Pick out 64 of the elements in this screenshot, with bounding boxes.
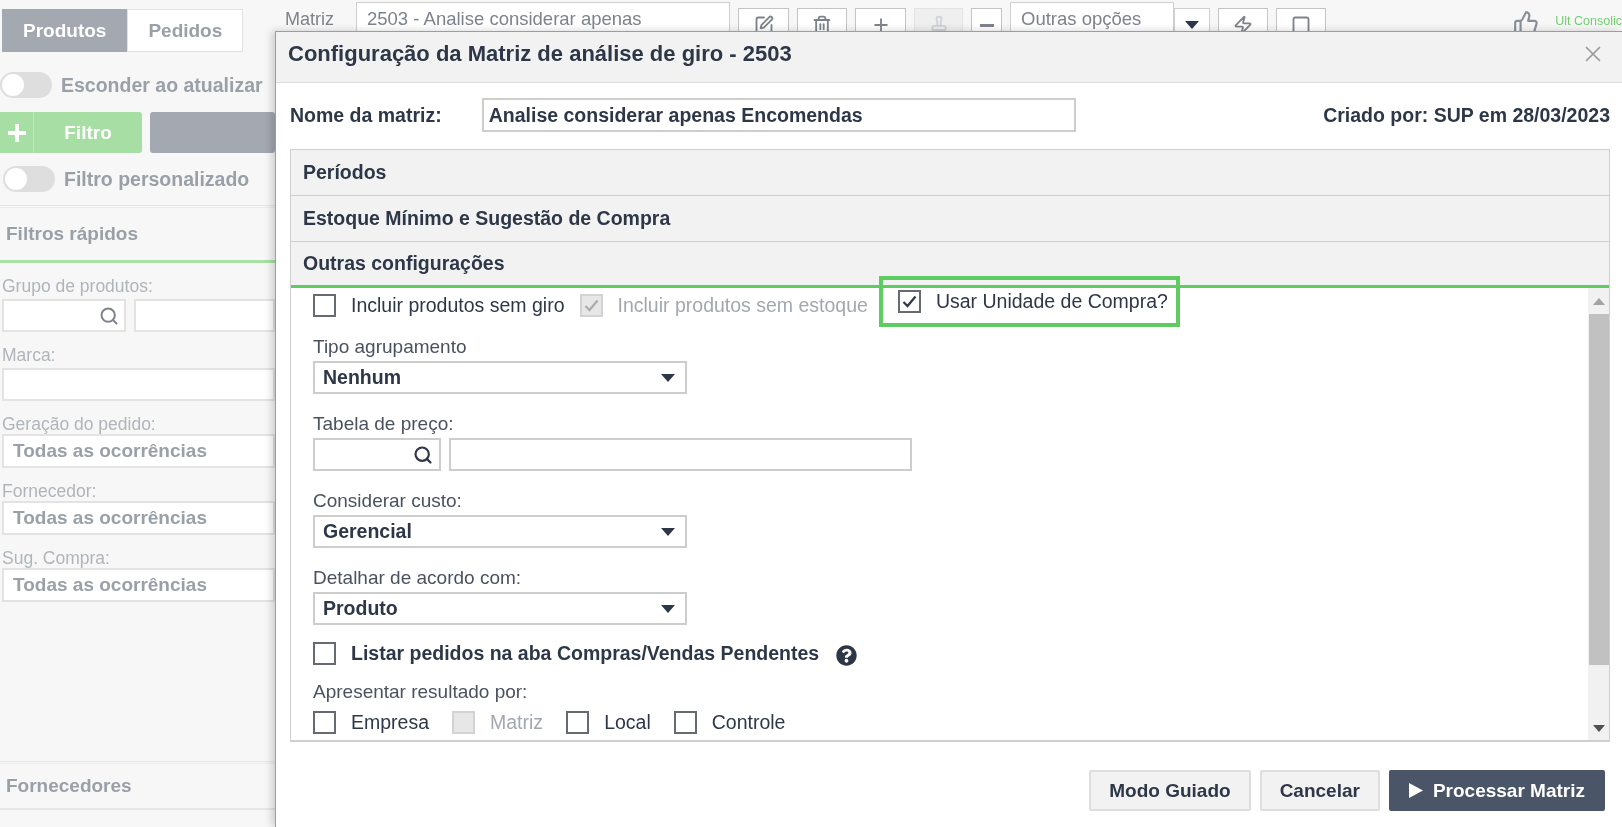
checkbox-label: Controle (711, 711, 786, 734)
checkbox-label: Incluir produtos sem giro (351, 294, 565, 317)
dialog-button[interactable]: Cancelar (1259, 770, 1380, 811)
checkbox-label: Listar pedidos na aba Compras/Vendas Pendentes (351, 642, 820, 665)
checkbox[interactable] (897, 290, 921, 313)
scroll-down-icon[interactable] (1592, 725, 1605, 732)
section-header[interactable]: Outras configurações (291, 242, 1609, 288)
field-label: Fornecedor: (1, 481, 98, 501)
checkbox-label: Empresa (351, 711, 430, 734)
checkbox[interactable] (313, 642, 336, 665)
checkbox[interactable] (566, 711, 590, 734)
toggle-label: Filtro personalizado (64, 167, 250, 191)
field-label: Tipo agrupamento (313, 337, 468, 357)
checkmark-icon (901, 295, 917, 308)
scrollbar-thumb[interactable] (1588, 314, 1609, 665)
search-icon (99, 305, 119, 326)
field-label: Detalhar de acordo com: (313, 568, 523, 588)
select-field[interactable]: Gerencial (313, 515, 687, 548)
plus-icon (6, 122, 27, 143)
scroll-up-icon[interactable] (1592, 298, 1605, 305)
field-label: Nome da matriz: (290, 103, 442, 127)
section-header[interactable]: Estoque Mínimo e Sugestão de Compra (291, 196, 1609, 242)
checkbox-label: Local (604, 711, 651, 734)
field-label: Tabela de preço: (313, 414, 455, 434)
select-field[interactable]: Produto (313, 592, 687, 625)
search-icon (413, 444, 433, 465)
checkbox[interactable] (313, 294, 336, 317)
input-field[interactable] (2, 368, 275, 401)
toggle-label: Esconder ao atualizar (61, 73, 263, 97)
caret-icon (1185, 21, 1199, 29)
dialog-button[interactable]: Modo Guiado (1089, 770, 1251, 811)
field-label: Sug. Compra: (1, 548, 111, 568)
input-field[interactable] (449, 438, 912, 471)
checkbox-label: Incluir produtos sem estoque (617, 294, 868, 317)
checkbox-label: Usar Unidade de Compra? (935, 290, 1168, 313)
name-input[interactable]: Analise considerar apenas Encomendas (481, 98, 1076, 132)
field-label: Considerar custo: (313, 491, 463, 511)
caret-icon (661, 527, 675, 536)
play-icon (1408, 783, 1423, 798)
checkbox-label: Matriz (490, 711, 544, 734)
toggle-switch[interactable] (3, 166, 55, 192)
checkmark-icon (583, 299, 599, 312)
created-by-text: Criado por: SUP em 28/03/2023 (1323, 103, 1610, 127)
input-field[interactable] (134, 299, 275, 332)
checkbox[interactable] (313, 711, 336, 734)
field-label: Apresentar resultado por: (313, 682, 529, 702)
field-label: Marca: (1, 345, 57, 365)
field-label: Geração do pedido: (1, 414, 157, 434)
input-field[interactable] (2, 299, 126, 332)
caret-icon (661, 373, 675, 382)
toggle-switch[interactable] (0, 72, 52, 98)
dialog-title: Configuração da Matriz de análise de giro - 2503 (288, 41, 792, 67)
checkbox[interactable] (673, 711, 697, 734)
input-field[interactable] (313, 438, 441, 471)
section-header[interactable]: Períodos (291, 150, 1609, 196)
minus-icon (979, 23, 994, 27)
caret-icon (661, 604, 675, 613)
scrollbar[interactable] (1588, 288, 1609, 740)
dialog-button[interactable]: Processar Matriz (1388, 770, 1605, 811)
status-text: Ult Consolic (1555, 13, 1622, 28)
select-field[interactable]: Nenhum (313, 361, 687, 394)
field-label: Grupo de produtos: (1, 276, 154, 296)
matrix-label: Matriz (285, 8, 334, 31)
help-icon[interactable] (836, 644, 858, 666)
